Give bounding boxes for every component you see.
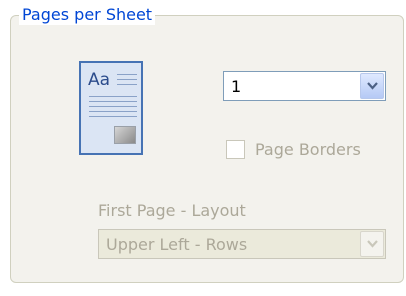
preview-sample-text: Aa <box>88 70 111 90</box>
group-title: Pages per Sheet <box>19 5 156 25</box>
preview-line <box>89 111 137 112</box>
first-page-layout-select[interactable]: Upper Left - Rows <box>98 229 386 259</box>
pages-per-sheet-select[interactable]: 1 <box>223 71 386 101</box>
first-page-layout-label: First Page - Layout <box>98 201 246 220</box>
preview-line <box>89 101 137 102</box>
page-borders-label: Page Borders <box>255 140 361 159</box>
first-page-layout-value: Upper Left - Rows <box>106 235 248 254</box>
chevron-down-icon[interactable] <box>360 231 384 257</box>
preview-line <box>117 84 137 85</box>
chevron-down-icon[interactable] <box>360 73 384 99</box>
preview-line <box>89 106 137 107</box>
pages-per-sheet-value: 1 <box>231 77 242 96</box>
preview-line <box>89 96 137 97</box>
preview-image-icon <box>114 126 136 144</box>
page-layout-preview-icon: Aa <box>79 61 143 155</box>
preview-line <box>117 74 137 75</box>
preview-line <box>117 79 137 80</box>
page-borders-checkbox[interactable] <box>226 140 245 159</box>
preview-line <box>89 116 137 117</box>
